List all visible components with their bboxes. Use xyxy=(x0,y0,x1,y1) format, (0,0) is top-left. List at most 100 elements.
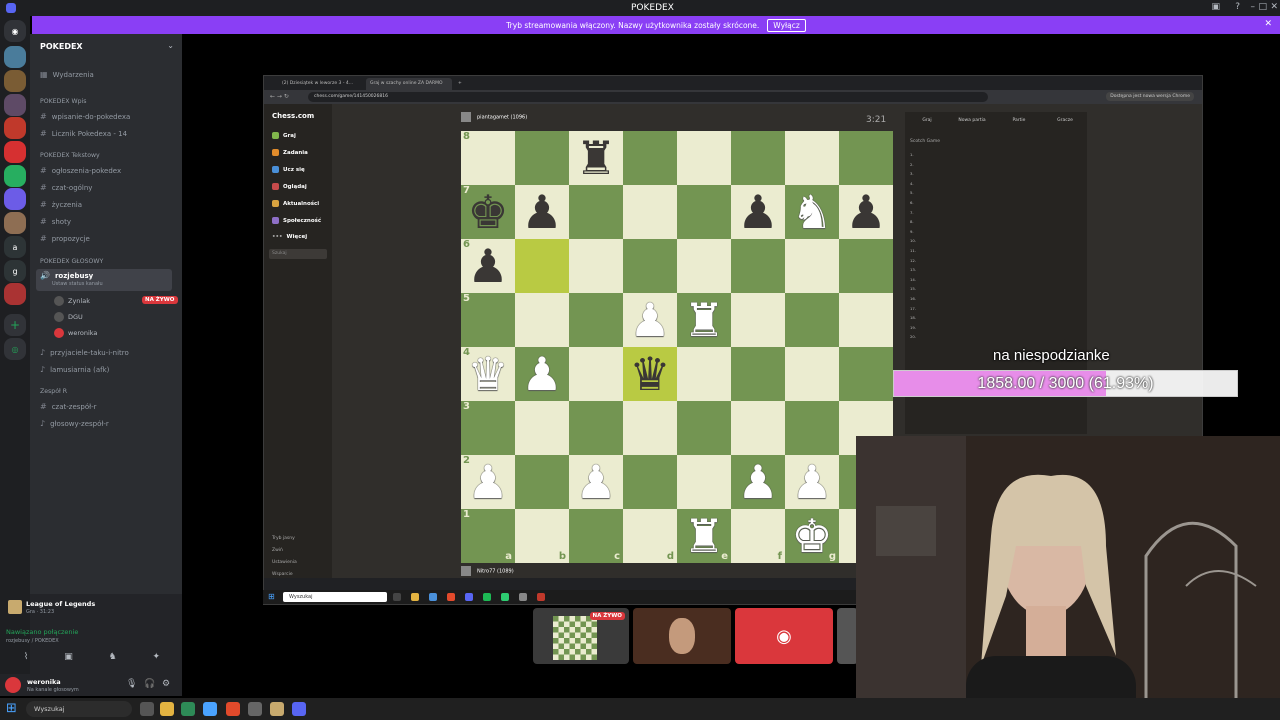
connection-status[interactable]: Nawiązano połączenie xyxy=(6,628,78,636)
move-row[interactable]: 7. xyxy=(910,210,1082,217)
board-square-c8[interactable]: ♜ xyxy=(569,131,623,185)
windows-icon[interactable]: ⊞ xyxy=(268,592,275,601)
task-view-icon[interactable] xyxy=(140,702,154,716)
move-row[interactable]: 5. xyxy=(910,190,1082,197)
menu-play[interactable]: Graj xyxy=(272,132,296,139)
board-square-d1[interactable]: d xyxy=(623,509,677,563)
gear-icon[interactable] xyxy=(248,702,262,716)
move-row[interactable]: 1. xyxy=(910,152,1082,159)
white-rook-icon[interactable]: ♜ xyxy=(683,297,724,343)
server-icon[interactable] xyxy=(4,188,26,210)
white-knight-icon[interactable]: ♞ xyxy=(791,189,832,235)
server-icon-pokedex[interactable] xyxy=(4,117,26,139)
chess-board[interactable]: 8♜7♚♟♟♞♟6♟5♟♜4♛♟♛32♟♟♟♟1abcde♜fg♚h xyxy=(461,131,893,563)
white-pawn-icon[interactable]: ♟ xyxy=(521,351,562,397)
discord-icon[interactable]: ◉ xyxy=(735,608,833,664)
board-square-e2[interactable] xyxy=(677,455,731,509)
category-entries[interactable]: POKEDEX Wpis xyxy=(40,98,86,105)
black-pawn-icon[interactable]: ♟ xyxy=(521,189,562,235)
board-square-b4[interactable]: ♟ xyxy=(515,347,569,401)
folder-icon[interactable] xyxy=(411,593,419,601)
black-pawn-icon[interactable]: ♟ xyxy=(467,243,508,289)
voice-user[interactable]: Zynlak xyxy=(54,296,90,306)
menu-news[interactable]: Aktualności xyxy=(272,200,319,207)
move-row[interactable]: 3. xyxy=(910,171,1082,178)
board-square-f5[interactable] xyxy=(731,293,785,347)
tab-new-game[interactable]: Nowa partia xyxy=(952,118,992,123)
move-row[interactable]: 17. xyxy=(910,306,1082,313)
board-square-c1[interactable]: c xyxy=(569,509,623,563)
app-icon[interactable] xyxy=(393,593,401,601)
move-row[interactable]: 2. xyxy=(910,162,1082,169)
channel-item[interactable]: # wpisanie-do-pokedexa xyxy=(40,112,130,121)
inbox-icon[interactable]: ▣ xyxy=(1211,2,1220,12)
server-icon[interactable] xyxy=(4,70,26,92)
tab-games[interactable]: Partie xyxy=(999,118,1039,123)
server-icon[interactable]: a xyxy=(4,236,26,258)
soundboard-icon[interactable]: ✦ xyxy=(153,652,161,662)
folder-icon[interactable] xyxy=(160,702,174,716)
board-square-g3[interactable] xyxy=(785,401,839,455)
support-link[interactable]: Wsparcie xyxy=(272,572,293,577)
white-pawn-icon[interactable]: ♟ xyxy=(575,459,616,505)
chess-search-input[interactable]: Szukaj xyxy=(269,249,327,259)
voice-channel[interactable]: ♪ lamusiarnia (afk) xyxy=(40,365,109,374)
direct-messages-icon[interactable]: ◉ xyxy=(4,20,26,42)
move-row[interactable]: 18. xyxy=(910,315,1082,322)
move-row[interactable]: 13. xyxy=(910,267,1082,274)
os-search[interactable]: Wyszukaj xyxy=(26,701,132,717)
minimize-icon[interactable]: – xyxy=(1251,2,1256,12)
board-square-a7[interactable]: 7 ♚ xyxy=(461,185,515,239)
server-icon[interactable] xyxy=(4,94,26,116)
category-text[interactable]: POKEDEX Tekstowy xyxy=(40,152,100,159)
voice-user[interactable]: weronika xyxy=(54,328,97,338)
board-square-d7[interactable] xyxy=(623,185,677,239)
black-queen-icon[interactable]: ♛ xyxy=(629,351,670,397)
gear-icon[interactable]: ⚙ xyxy=(162,679,170,689)
menu-more[interactable]: ••• Więcej xyxy=(272,234,307,240)
board-square-b7[interactable]: ♟ xyxy=(515,185,569,239)
voice-channel[interactable]: ♪ głosowy-zespół-r xyxy=(40,419,109,428)
category-voice[interactable]: POKEDEX GŁOSOWY xyxy=(40,258,103,265)
board-square-f4[interactable] xyxy=(731,347,785,401)
white-queen-icon[interactable]: ♛ xyxy=(467,351,508,397)
black-rook-icon[interactable]: ♜ xyxy=(575,135,616,181)
board-square-d4[interactable]: ♛ xyxy=(623,347,677,401)
move-row[interactable]: 10. xyxy=(910,238,1082,245)
white-pawn-icon[interactable]: ♟ xyxy=(737,459,778,505)
black-king-icon[interactable]: ♚ xyxy=(467,189,508,235)
noise-icon[interactable]: ⌇ xyxy=(24,652,28,662)
channel-item[interactable]: # propozycje xyxy=(40,234,90,243)
board-square-g7[interactable]: ♞ xyxy=(785,185,839,239)
board-square-a4[interactable]: 4 ♛ xyxy=(461,347,515,401)
board-square-d2[interactable] xyxy=(623,455,677,509)
app-icon[interactable] xyxy=(501,593,509,601)
stream-tile[interactable]: NA ŻYWO xyxy=(533,608,629,664)
server-icon[interactable] xyxy=(4,212,26,234)
board-square-g4[interactable] xyxy=(785,347,839,401)
chevron-down-icon[interactable]: ⌄ xyxy=(167,41,174,50)
board-square-a3[interactable]: 3 xyxy=(461,401,515,455)
windows-icon[interactable]: ⊞ xyxy=(6,701,17,716)
board-square-d5[interactable]: ♟ xyxy=(623,293,677,347)
avatar[interactable] xyxy=(5,677,21,693)
app-icon[interactable] xyxy=(537,593,545,601)
channel-item[interactable]: # czat-zespół-r xyxy=(40,402,97,411)
board-square-b2[interactable] xyxy=(515,455,569,509)
board-square-f2[interactable]: ♟ xyxy=(731,455,785,509)
events-item[interactable]: ▦ Wydarzenia xyxy=(40,70,94,79)
board-square-h7[interactable]: ♟ xyxy=(839,185,893,239)
board-square-c4[interactable] xyxy=(569,347,623,401)
white-pawn-icon[interactable]: ♟ xyxy=(467,459,508,505)
board-square-h5[interactable] xyxy=(839,293,893,347)
brave-icon[interactable] xyxy=(447,593,455,601)
board-square-e6[interactable] xyxy=(677,239,731,293)
board-square-a8[interactable]: 8 xyxy=(461,131,515,185)
board-square-d3[interactable] xyxy=(623,401,677,455)
board-square-f7[interactable]: ♟ xyxy=(731,185,785,239)
black-pawn-icon[interactable]: ♟ xyxy=(845,189,886,235)
move-row[interactable]: 12. xyxy=(910,258,1082,265)
settings-link[interactable]: Ustawienia xyxy=(272,560,297,565)
board-square-h6[interactable] xyxy=(839,239,893,293)
board-square-b3[interactable] xyxy=(515,401,569,455)
